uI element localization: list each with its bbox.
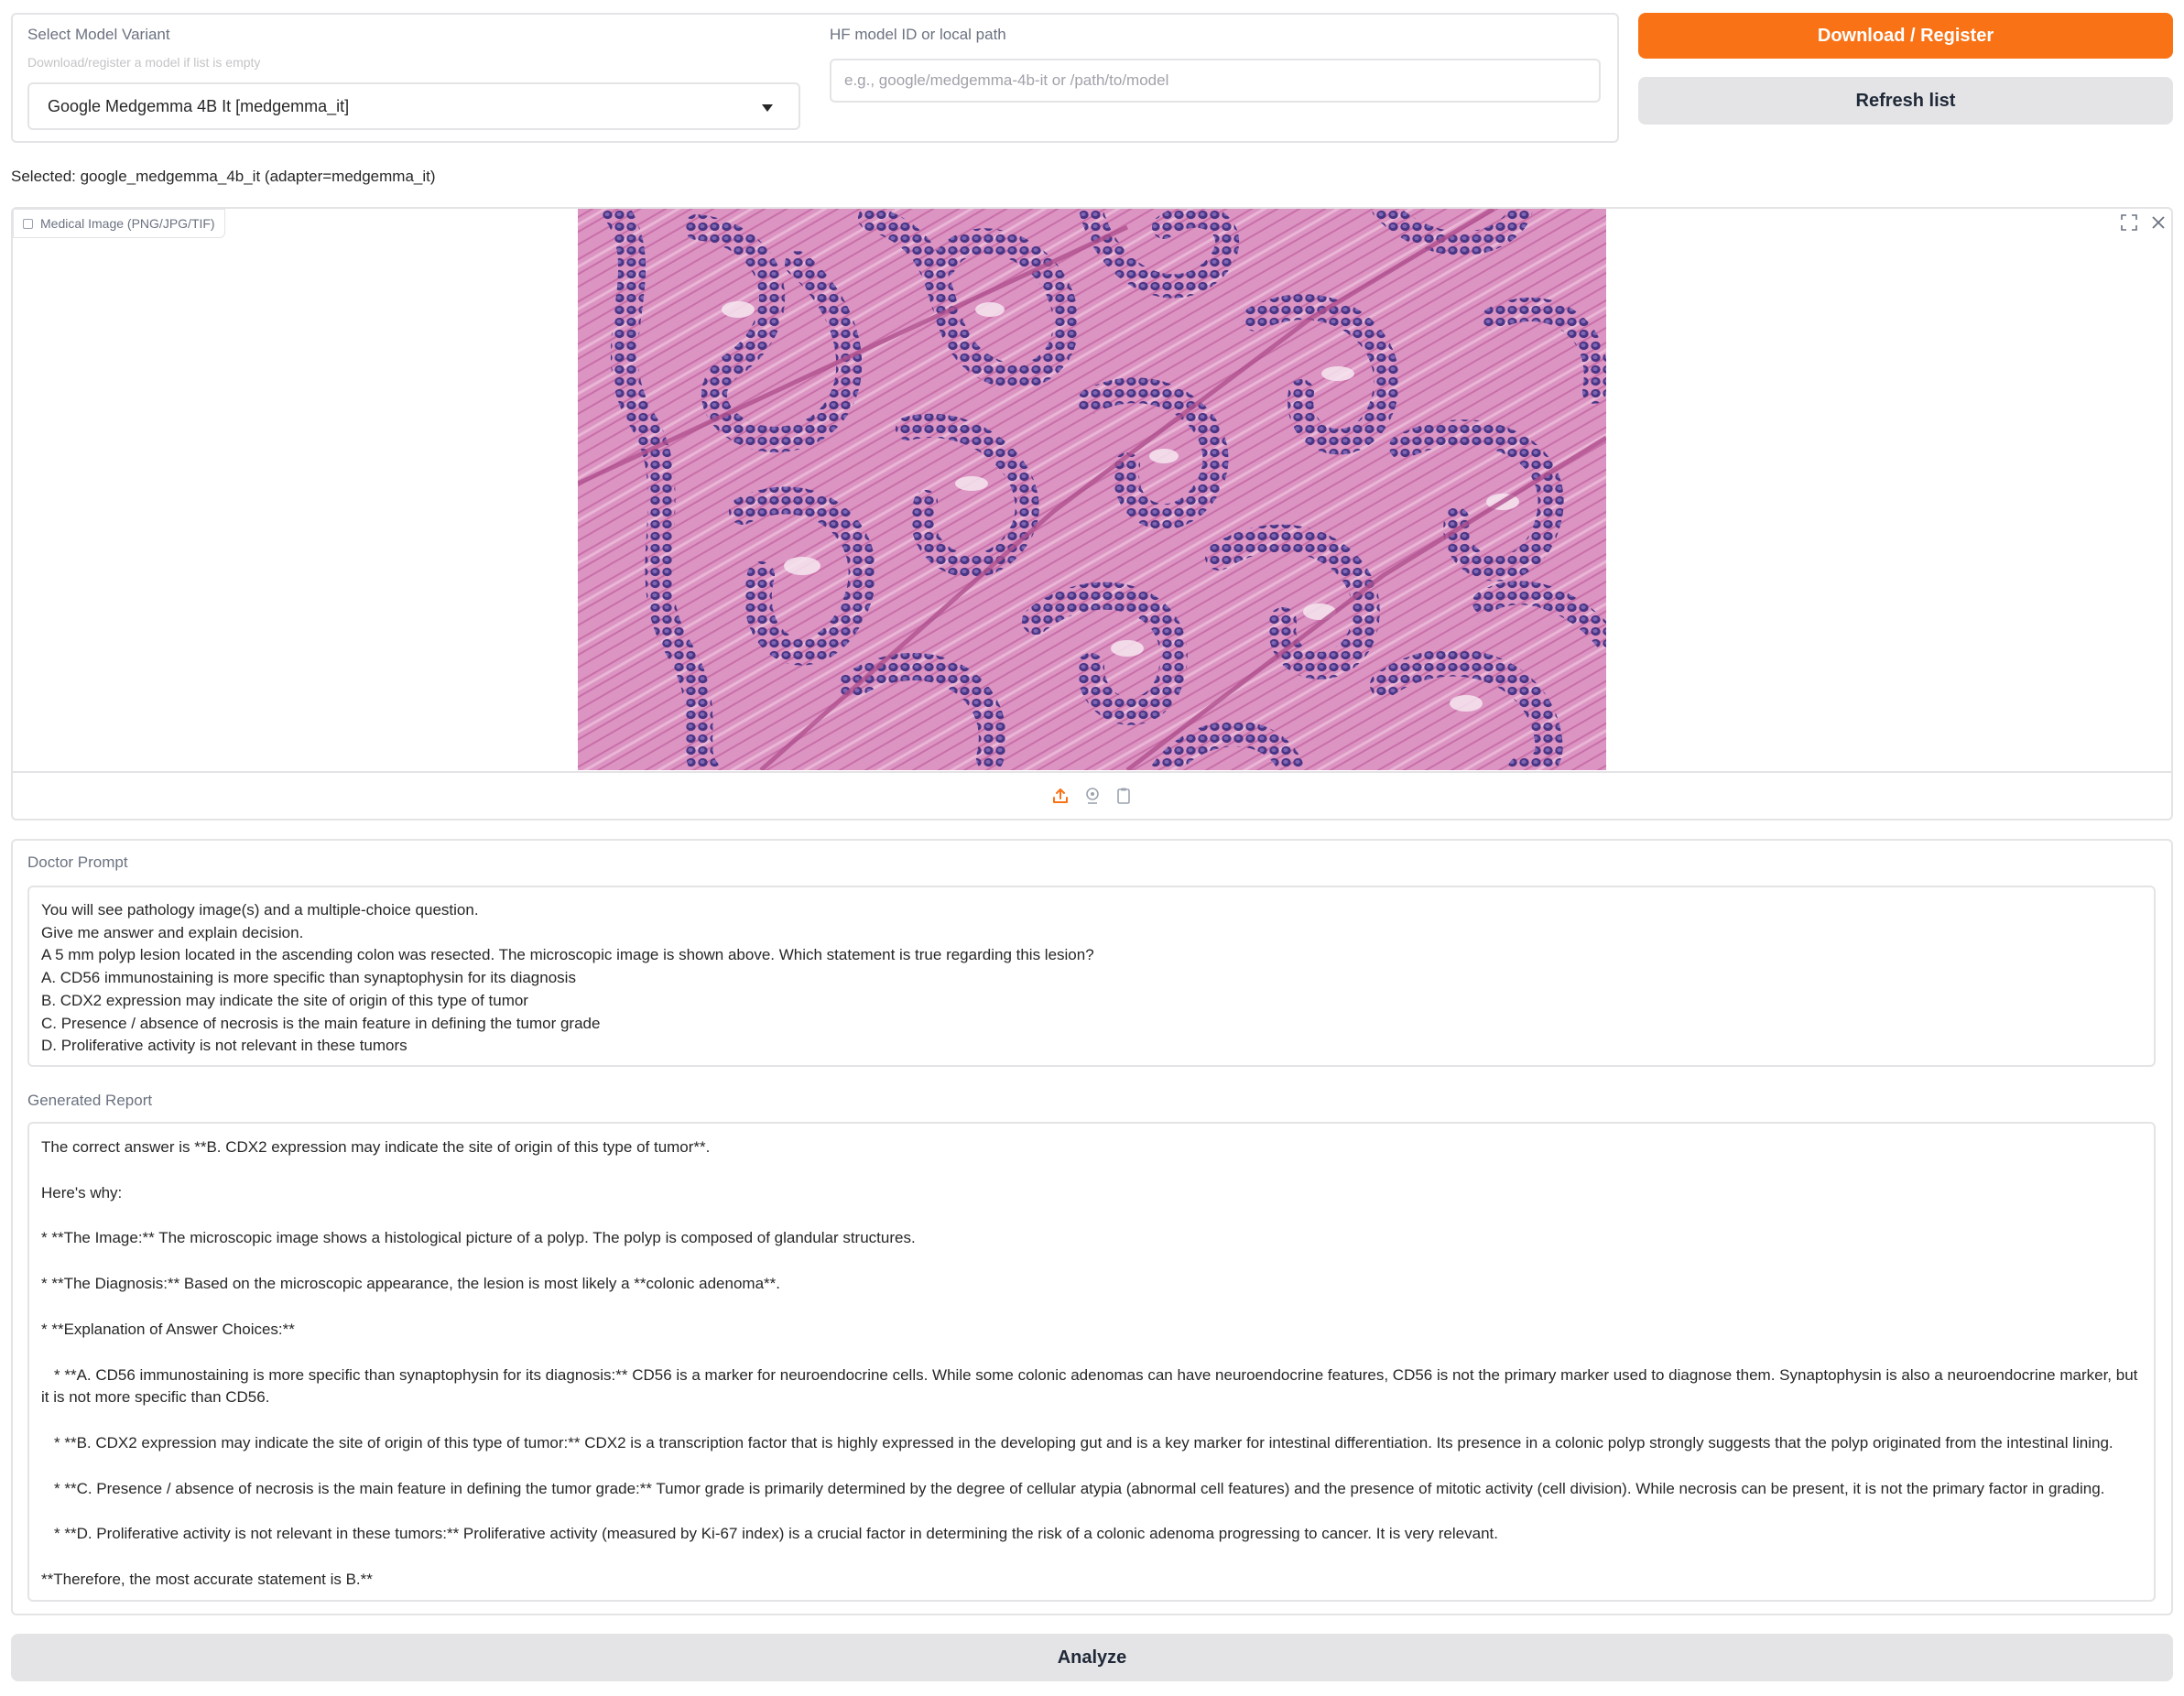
hf-model-input[interactable] bbox=[830, 59, 1601, 103]
model-variant-value: Google Medgemma 4B It [medgemma_it] bbox=[48, 97, 350, 115]
prompt-line: Give me answer and explain decision. bbox=[41, 923, 304, 941]
analyze-button[interactable]: Analyze bbox=[11, 1634, 2173, 1681]
model-select-label: Select Model Variant bbox=[27, 26, 170, 43]
generated-report-label: Generated Report bbox=[27, 1092, 153, 1109]
image-input-label: Medical Image (PNG/JPG/TIF) bbox=[13, 209, 225, 238]
refresh-list-button[interactable]: Refresh list bbox=[1638, 77, 2173, 125]
report-paragraph: The correct answer is **B. CDX2 expressi… bbox=[41, 1138, 711, 1156]
image-icon bbox=[23, 218, 33, 229]
image-toolbar-divider bbox=[13, 771, 2171, 773]
fullscreen-icon[interactable] bbox=[2119, 212, 2139, 233]
selected-model-status: Selected: google_medgemma_4b_it (adapter… bbox=[11, 168, 436, 185]
report-paragraph: * **The Diagnosis:** Based on the micros… bbox=[41, 1275, 780, 1293]
upload-icon[interactable] bbox=[1050, 786, 1070, 806]
close-icon[interactable] bbox=[2148, 212, 2168, 233]
download-register-button[interactable]: Download / Register bbox=[1638, 13, 2173, 59]
doctor-prompt-label: Doctor Prompt bbox=[27, 853, 128, 871]
prompt-line: B. CDX2 expression may indicate the site… bbox=[41, 991, 528, 1009]
report-paragraph: * **The Image:** The microscopic image s… bbox=[41, 1229, 916, 1247]
prompt-line: A. CD56 immunostaining is more specific … bbox=[41, 969, 576, 987]
report-paragraph: * **A. CD56 immunostaining is more speci… bbox=[41, 1365, 2138, 1407]
histology-image bbox=[578, 209, 1606, 770]
model-select-info: Download/register a model if list is emp… bbox=[27, 55, 261, 70]
prompt-line: C. Presence / absence of necrosis is the… bbox=[41, 1014, 601, 1032]
report-paragraph: * **B. CDX2 expression may indicate the … bbox=[54, 1433, 2113, 1451]
report-paragraph: Here's why: bbox=[41, 1183, 123, 1201]
report-paragraph: * **Explanation of Answer Choices:** bbox=[41, 1320, 295, 1338]
prompt-line: A 5 mm polyp lesion located in the ascen… bbox=[41, 946, 1094, 964]
chevron-down-icon[interactable] bbox=[762, 104, 773, 112]
prompt-line: You will see pathology image(s) and a mu… bbox=[41, 901, 479, 919]
doctor-prompt-textarea[interactable]: You will see pathology image(s) and a mu… bbox=[27, 886, 2156, 1067]
model-variant-dropdown[interactable]: Google Medgemma 4B It [medgemma_it] bbox=[27, 82, 800, 130]
hf-model-label: HF model ID or local path bbox=[830, 26, 1006, 43]
image-input-label-text: Medical Image (PNG/JPG/TIF) bbox=[40, 216, 215, 231]
generated-report-textarea[interactable]: The correct answer is **B. CDX2 expressi… bbox=[27, 1122, 2156, 1602]
webcam-icon[interactable] bbox=[1082, 786, 1103, 806]
report-paragraph: **Therefore, the most accurate statement… bbox=[41, 1571, 373, 1589]
report-paragraph: * **D. Proliferative activity is not rel… bbox=[54, 1525, 1498, 1543]
prompt-line: D. Proliferative activity is not relevan… bbox=[41, 1037, 407, 1055]
report-paragraph: * **C. Presence / absence of necrosis is… bbox=[54, 1479, 2105, 1497]
clipboard-icon[interactable] bbox=[1114, 786, 1134, 806]
